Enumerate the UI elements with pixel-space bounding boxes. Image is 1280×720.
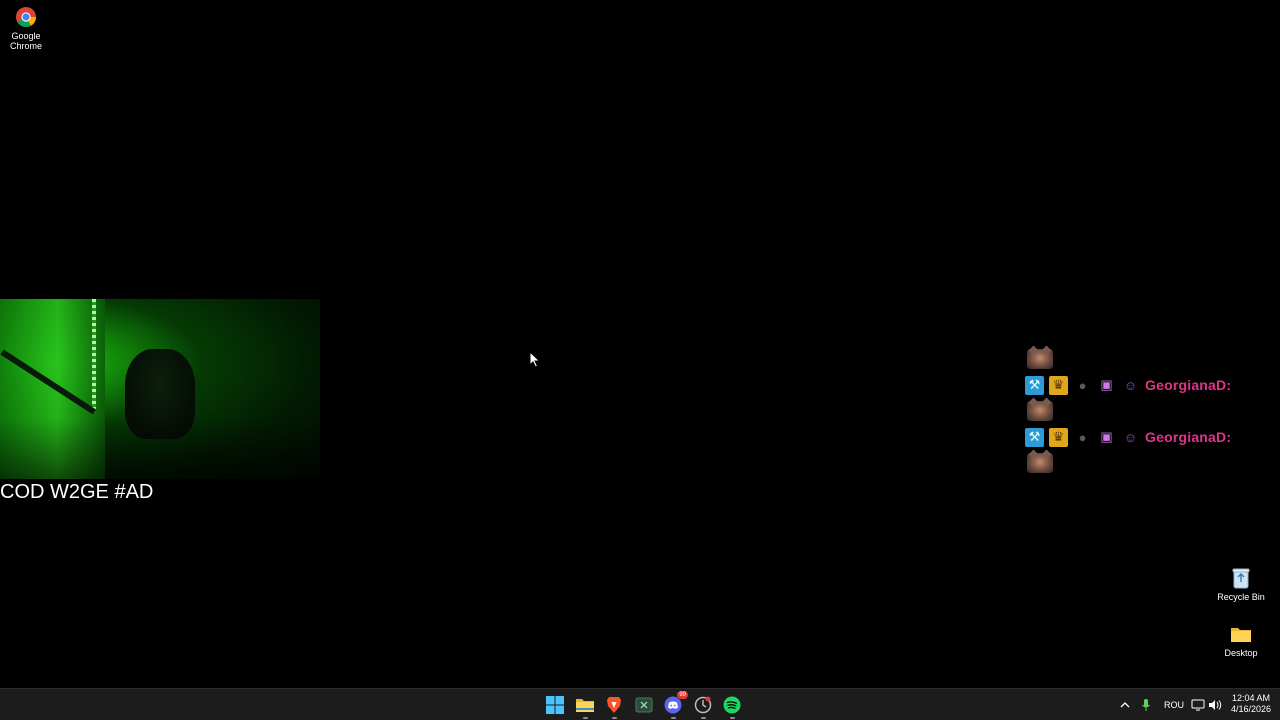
running-indicator [701,717,706,719]
chat-username: GeorgianaD: [1145,377,1232,393]
chat-username: GeorgianaD: [1145,429,1232,445]
running-indicator [583,717,588,719]
gift-icon: ▣ [1100,429,1113,444]
gift-icon: ▣ [1100,377,1113,392]
chat-emote-row [1025,450,1265,476]
brave-icon[interactable] [602,693,626,719]
vip-crown-icon: ♛ [1049,375,1068,395]
sub-cat-icon: ☺ [1123,429,1138,445]
clock-date: 4/16/2026 [1230,704,1272,714]
desktop-icon-chrome[interactable]: Google Chrome [0,5,52,51]
mod-hammer-icon: ⚒ [1025,427,1044,447]
drop-icon: ● [1078,377,1087,393]
chat-message: ⚒ ♛ ● ▣ ☺ GeorgianaD: [1025,424,1265,450]
app-icon[interactable] [691,693,715,719]
file-explorer-icon[interactable] [573,693,597,719]
network-icon[interactable] [1191,689,1205,720]
webcam-overlay [0,299,320,479]
folder-icon [1229,622,1253,646]
clock-time: 12:04 AM [1231,693,1271,703]
desktop-icon-recycle-bin[interactable]: Recycle Bin [1214,566,1268,602]
desktop-icon-label: Recycle Bin [1217,592,1265,602]
running-indicator [612,717,617,719]
chat-message: ⚒ ♛ ● ▣ ☺ GeorgianaD: [1025,372,1265,398]
discord-notification-badge: 99 [677,691,688,699]
chat-emote-row [1025,346,1265,372]
desktop-icon-label: Google Chrome [9,31,42,51]
drop-icon: ● [1078,429,1087,445]
webcam-led-strip [92,299,96,409]
emote-icon [1027,349,1053,369]
emote-icon [1027,401,1053,421]
language-indicator[interactable]: ROU [1164,689,1184,720]
taskbar: 99 ROU 12:04 AM 4/16/2026 [0,688,1280,720]
mouse-cursor-icon [529,351,541,368]
stream-title: COD W2GE #AD [0,481,154,503]
emote-icon [1027,453,1053,473]
recycle-bin-icon [1229,566,1253,590]
xbox-icon[interactable] [632,693,656,717]
webcam-shade [0,419,320,479]
spotify-icon[interactable] [720,693,744,719]
windows-start-icon[interactable] [543,693,567,717]
discord-icon[interactable]: 99 [661,691,688,719]
tray-chevron-up-icon[interactable] [1119,689,1131,720]
desktop-icon-desktop-folder[interactable]: Desktop [1214,622,1268,658]
mod-hammer-icon: ⚒ [1025,375,1044,395]
chat-emote-row [1025,398,1265,424]
volume-icon[interactable] [1208,689,1222,720]
vip-crown-icon: ♛ [1049,427,1068,447]
running-indicator [671,717,676,719]
chat-overlay: ⚒ ♛ ● ▣ ☺ GeorgianaD: ⚒ ♛ ● ▣ ☺ Georgian… [1025,346,1265,476]
chrome-icon [14,5,38,29]
desktop-icon-label: Desktop [1224,648,1258,658]
sub-cat-icon: ☺ [1123,377,1138,393]
running-indicator [730,717,735,719]
microphone-icon[interactable] [1141,689,1151,720]
taskbar-clock[interactable]: 12:04 AM 4/16/2026 [1224,693,1278,715]
